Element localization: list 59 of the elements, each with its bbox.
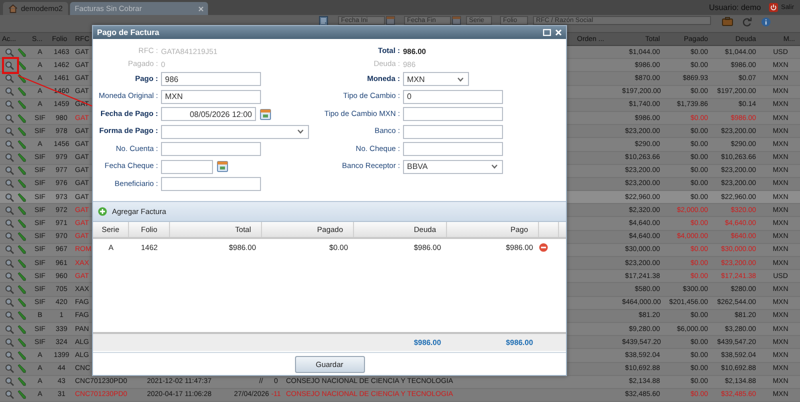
- date-field[interactable]: 08/05/2026 12:00: [161, 107, 256, 121]
- caret-icon: [457, 76, 464, 82]
- search-icon[interactable]: [5, 324, 14, 334]
- text-field[interactable]: 986: [161, 72, 261, 86]
- text-field[interactable]: [161, 142, 261, 156]
- search-icon[interactable]: [5, 272, 14, 281]
- search-icon[interactable]: [5, 284, 14, 294]
- briefcase-icon[interactable]: [721, 16, 734, 27]
- dropdown[interactable]: MXN: [403, 72, 469, 86]
- power-icon: [768, 3, 778, 12]
- search-icon[interactable]: [5, 87, 14, 96]
- search-icon[interactable]: [5, 311, 14, 320]
- caret-icon: [491, 164, 498, 169]
- calendar-icon[interactable]: [386, 16, 395, 25]
- text-field[interactable]: [403, 107, 503, 121]
- user-label: Usuario: demo: [708, 3, 761, 12]
- text-field[interactable]: [403, 124, 503, 138]
- dropdown[interactable]: BBVA: [403, 160, 503, 174]
- calendar-icon[interactable]: [260, 108, 271, 120]
- search-icon[interactable]: [5, 245, 14, 254]
- search-icon[interactable]: [5, 390, 14, 400]
- search-icon[interactable]: [5, 74, 14, 83]
- search-icon[interactable]: [5, 338, 14, 347]
- search-icon[interactable]: [5, 153, 14, 162]
- calendar-icon[interactable]: [217, 161, 228, 172]
- calendar-icon[interactable]: [452, 16, 461, 25]
- search-icon[interactable]: [5, 126, 14, 136]
- search-icon[interactable]: [5, 48, 14, 57]
- search-icon[interactable]: [5, 377, 14, 386]
- search-icon[interactable]: [5, 258, 14, 268]
- search-icon[interactable]: [5, 166, 14, 176]
- home-icon: [8, 4, 18, 13]
- remove-icon[interactable]: [539, 243, 548, 252]
- dialog-title: Pago de Factura: [97, 28, 160, 37]
- close-icon[interactable]: [198, 6, 204, 12]
- document-icon[interactable]: [319, 16, 328, 26]
- search-icon[interactable]: [5, 179, 14, 188]
- maximize-icon[interactable]: [543, 29, 551, 36]
- search-icon[interactable]: [5, 350, 14, 360]
- search-icon[interactable]: [5, 206, 14, 215]
- search-icon[interactable]: [5, 232, 14, 242]
- refresh-icon[interactable]: [740, 16, 753, 27]
- search-icon[interactable]: [5, 100, 14, 110]
- search-icon[interactable]: [5, 298, 14, 308]
- search-icon[interactable]: [5, 60, 14, 70]
- caret-icon: [297, 129, 304, 134]
- info-icon[interactable]: [759, 16, 772, 27]
- search-icon[interactable]: [5, 114, 14, 123]
- add-icon: [98, 207, 107, 216]
- text-field[interactable]: [161, 177, 261, 191]
- search-icon[interactable]: [5, 192, 14, 202]
- search-icon[interactable]: [5, 140, 14, 149]
- date-field[interactable]: [161, 160, 213, 174]
- text-field[interactable]: [403, 142, 503, 156]
- text-field[interactable]: 0: [403, 90, 503, 104]
- search-icon[interactable]: [5, 364, 14, 374]
- search-icon[interactable]: [5, 219, 14, 228]
- dropdown[interactable]: [161, 124, 309, 138]
- text-field[interactable]: MXN: [161, 90, 261, 104]
